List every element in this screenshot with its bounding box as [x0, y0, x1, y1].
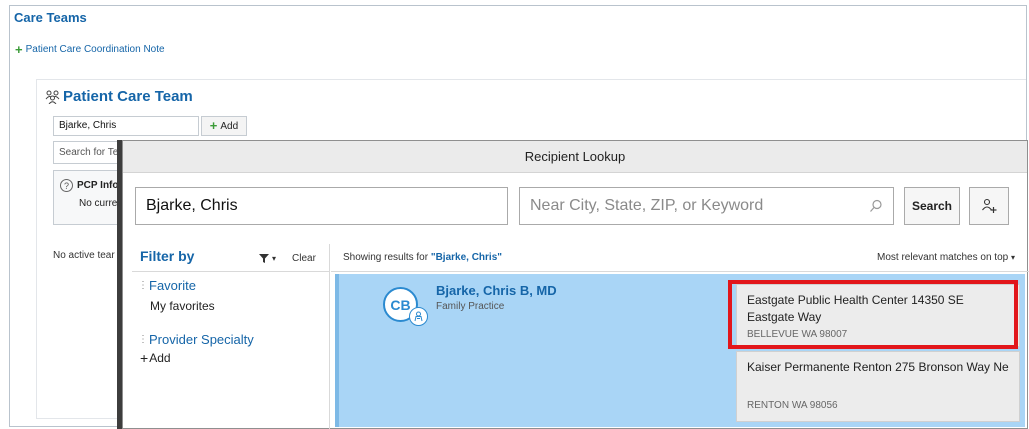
my-favorites-filter[interactable]: My favorites: [150, 299, 215, 313]
search-button[interactable]: Search: [904, 187, 960, 225]
location-name: Kaiser Permanente Renton 275 Bronson Way…: [747, 360, 1009, 374]
care-team-member-input[interactable]: Bjarke, Chris: [53, 116, 199, 136]
sort-dropdown[interactable]: Most relevant matches on top ▾: [877, 252, 1015, 263]
location-option-2[interactable]: Kaiser Permanente Renton 275 Bronson Way…: [736, 351, 1020, 422]
plus-icon: +: [209, 118, 218, 133]
search-icon: [870, 199, 882, 212]
patient-care-coordination-note-link[interactable]: + Patient Care Coordination Note: [15, 41, 165, 57]
team-icon: [45, 90, 60, 104]
location-placeholder: Near City, State, ZIP, or Keyword: [530, 197, 764, 214]
showing-results-text: Showing results for "Bjarke, Chris": [343, 252, 502, 263]
showing-query: "Bjarke, Chris": [430, 252, 503, 263]
filter-header: Filter by ▾ Clear: [132, 244, 330, 272]
patient-care-team-title: Patient Care Team: [63, 88, 193, 105]
favorite-section-label: Favorite: [149, 278, 196, 293]
location-city: RENTON WA 98056: [747, 400, 838, 411]
dialog-title: Recipient Lookup: [123, 141, 1027, 173]
add-member-button[interactable]: + Add: [201, 116, 247, 136]
person-icon: [414, 311, 423, 322]
add-specialty-label: Add: [149, 351, 171, 365]
provider-specialty-label: Provider Specialty: [149, 332, 254, 347]
plus-icon: +: [15, 41, 23, 57]
filter-funnel-dropdown[interactable]: ▾: [259, 254, 276, 263]
filter-by-title: Filter by: [140, 248, 195, 264]
favorite-section[interactable]: ⋮ Favorite: [138, 278, 196, 293]
filter-panel: Filter by ▾ Clear ⋮ Favorite My favorite…: [132, 244, 330, 429]
pcp-info-heading: ? PCP Info: [60, 179, 118, 192]
help-icon[interactable]: ?: [60, 179, 73, 192]
drag-handle-icon: ⋮: [138, 280, 148, 291]
coordination-note-label: Patient Care Coordination Note: [25, 44, 165, 55]
person-add-icon: [982, 198, 997, 213]
showing-prefix: Showing results for: [343, 252, 431, 263]
provider-specialty: Family Practice: [436, 301, 505, 312]
location-search-input[interactable]: Near City, State, ZIP, or Keyword: [519, 187, 894, 225]
clear-filters-link[interactable]: Clear: [292, 253, 316, 264]
recipient-name-input[interactable]: Bjarke, Chris: [135, 187, 508, 225]
patient-care-team-header: Patient Care Team: [45, 88, 193, 105]
pcp-info-label: PCP Info: [77, 180, 119, 191]
chevron-down-icon: ▾: [272, 254, 277, 263]
care-teams-title: Care Teams: [14, 10, 87, 25]
results-header: Showing results for "Bjarke, Chris" Most…: [331, 244, 1029, 272]
provider-specialty-section[interactable]: ⋮ Provider Specialty: [138, 332, 254, 347]
pcp-info-value: No curre: [79, 198, 118, 209]
no-active-teams-text: No active tear: [53, 250, 115, 261]
provider-badge-icon: [409, 307, 428, 326]
chevron-down-icon: ▾: [1010, 253, 1015, 262]
highlight-annotation-box: [728, 280, 1018, 349]
add-recipient-button[interactable]: [969, 187, 1009, 225]
add-specialty-button[interactable]: + Add: [140, 351, 171, 365]
plus-icon: +: [140, 350, 149, 366]
add-label: Add: [220, 120, 239, 132]
provider-name-link[interactable]: Bjarke, Chris B, MD: [436, 283, 557, 298]
funnel-icon: [259, 254, 269, 263]
drag-handle-icon: ⋮: [138, 334, 148, 345]
sort-label: Most relevant matches on top: [877, 252, 1009, 263]
